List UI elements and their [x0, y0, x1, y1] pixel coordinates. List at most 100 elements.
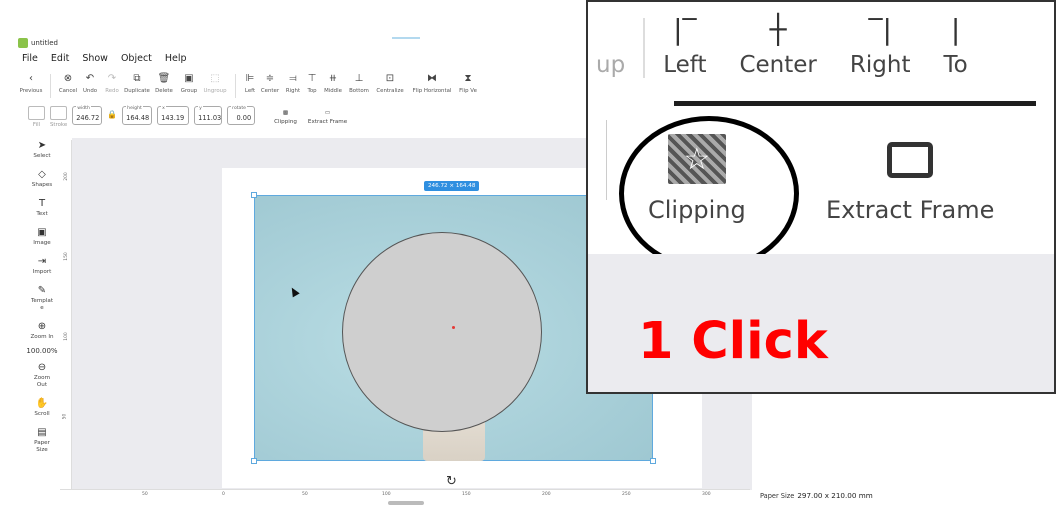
flip-vertical-icon: ⧗ — [464, 73, 472, 84]
delete-button[interactable]: 🗑 Delete — [151, 72, 177, 100]
app-window: untitled File Edit Show Object Help ‹ Pr… — [0, 0, 1058, 508]
resize-handle-top-left[interactable] — [251, 192, 257, 198]
instruction-note: 1 Click — [638, 312, 828, 371]
resize-handle-bottom-left[interactable] — [251, 458, 257, 464]
fill-color-box — [28, 106, 45, 120]
callout-align-top-button[interactable]: | To — [943, 2, 967, 78]
callout-ungroup-button[interactable]: up — [596, 2, 625, 78]
align-right-button[interactable]: ⫤ Right — [282, 72, 304, 100]
align-middle-icon: ⧺ — [328, 73, 338, 84]
align-center-button[interactable]: ≑ Center — [258, 72, 282, 100]
y-value: 111.03 — [198, 114, 222, 122]
undo-button[interactable]: ↶ Undo — [79, 72, 101, 100]
property-bar: Fill Stroke width 246.72 🔒 height 164.48… — [28, 106, 347, 136]
flip-horizontal-button[interactable]: ⧓ Flip Horizontal — [408, 72, 456, 100]
align-bottom-button[interactable]: ⊥ Bottom — [346, 72, 372, 100]
ungroup-button[interactable]: ⬚ Ungroup — [201, 72, 229, 100]
callout-divider — [643, 18, 646, 78]
callout-toolbar-area: up |‾ Left ┼ Center ‾| Right | To — [588, 2, 1054, 100]
tool-panel: ➤ Select ◇ Shapes T Text ▣ Image ⇥ Impor… — [26, 140, 58, 463]
window-title: untitled — [31, 39, 59, 47]
vertical-ruler: 200 150 100 50 — [60, 140, 72, 492]
zoom-in-tool[interactable]: ⊕ Zoom In — [30, 321, 53, 341]
resize-handle-bottom-right[interactable] — [650, 458, 656, 464]
menu-object[interactable]: Object — [121, 53, 152, 64]
align-right-icon: ‾| — [868, 13, 892, 46]
callout-vertical-divider — [606, 120, 607, 200]
x-value: 143.19 — [161, 114, 185, 122]
x-field[interactable]: x 143.19 — [157, 106, 190, 125]
chevron-left-icon: ‹ — [29, 73, 33, 84]
callout-extract-frame-button[interactable]: Extract Frame — [826, 134, 994, 224]
flip-horizontal-icon: ⧓ — [427, 73, 437, 84]
previous-button[interactable]: ‹ Previous — [18, 72, 44, 100]
import-tool[interactable]: ⇥ Import — [33, 256, 52, 276]
paper-size-status: Paper Size 297.00 x 210.00 mm — [760, 491, 873, 500]
frame-icon — [887, 142, 934, 178]
centralize-icon: ⊡ — [385, 73, 395, 84]
flip-vertical-button[interactable]: ⧗ Flip Ve — [456, 72, 480, 100]
callout-align-right-button[interactable]: ‾| Right — [850, 2, 911, 78]
stroke-swatch[interactable]: Stroke — [50, 106, 67, 128]
zoom-level: 100.00% — [26, 346, 58, 355]
align-top-button[interactable]: ⊤ Top — [304, 72, 320, 100]
menu-help[interactable]: Help — [165, 53, 187, 64]
callout-align-center-button[interactable]: ┼ Center — [739, 2, 816, 78]
paper-size-tool[interactable]: ▤ Paper Size — [34, 427, 50, 454]
menu-bar: File Edit Show Object Help — [22, 53, 187, 64]
align-right-icon: ⫤ — [289, 73, 297, 84]
height-value: 164.48 — [126, 114, 150, 122]
extract-frame-button[interactable]: ▭ Extract Frame — [308, 106, 347, 126]
rotate-field[interactable]: rotate 0.00 — [227, 106, 256, 125]
centralize-button[interactable]: ⊡ Centralize — [372, 72, 408, 100]
align-bottom-icon: ⊥ — [354, 73, 364, 84]
align-top-icon: ⊤ — [307, 73, 317, 84]
select-tool[interactable]: ➤ Select — [33, 140, 50, 160]
frame-icon: ▭ — [324, 109, 331, 116]
text-icon: T — [38, 197, 46, 209]
center-point — [452, 326, 455, 329]
menu-edit[interactable]: Edit — [51, 53, 69, 64]
callout-align-left-button[interactable]: |‾ Left — [663, 2, 706, 78]
height-field[interactable]: height 164.48 — [122, 106, 153, 125]
zoom-callout: up |‾ Left ┼ Center ‾| Right | To ☆ Clip… — [586, 0, 1056, 394]
text-tool[interactable]: T Text — [36, 198, 47, 218]
aspect-lock-icon[interactable]: 🔒 — [107, 110, 117, 119]
callout-divider-bar — [674, 101, 1036, 106]
align-middle-button[interactable]: ⧺ Middle — [320, 72, 346, 100]
cancel-button[interactable]: ⊗ Cancel — [57, 72, 79, 100]
main-toolbar: ‹ Previous ⊗ Cancel ↶ Undo ↷ Redo ⧉ Dupl… — [18, 72, 480, 102]
scroll-tool[interactable]: ✋ Scroll — [34, 398, 49, 418]
paper-icon: ▤ — [37, 426, 47, 438]
menu-show[interactable]: Show — [82, 53, 108, 64]
align-center-icon: ┼ — [769, 13, 787, 46]
clipping-icon: ▩ — [282, 109, 289, 116]
title-bar: untitled — [18, 36, 58, 50]
toolbar-divider — [235, 74, 236, 98]
align-top-icon: | — [950, 13, 961, 46]
circle-shape[interactable] — [342, 232, 542, 432]
align-left-button[interactable]: ⊫ Left — [242, 72, 258, 100]
menu-file[interactable]: File — [22, 53, 38, 64]
cancel-icon: ⊗ — [63, 73, 73, 84]
width-field[interactable]: width 246.72 — [72, 106, 103, 125]
pointer-icon: ➤ — [37, 140, 47, 151]
group-button[interactable]: ▣ Group — [177, 72, 201, 100]
shapes-icon: ◇ — [38, 168, 46, 180]
duplicate-button[interactable]: ⧉ Duplicate — [123, 72, 151, 100]
toolbar-divider — [50, 74, 51, 98]
template-icon: ✎ — [37, 284, 47, 296]
horizontal-scrollbar[interactable] — [388, 501, 424, 505]
image-tool[interactable]: ▣ Image — [33, 227, 51, 247]
rotate-value: 0.00 — [236, 114, 252, 122]
group-icon: ▣ — [184, 73, 194, 84]
rotate-handle-icon[interactable]: ↻ — [446, 474, 457, 489]
template-tool[interactable]: ✎ Templat e — [31, 285, 53, 312]
zoom-out-tool[interactable]: ⊖ Zoom Out — [34, 362, 50, 389]
clipping-button[interactable]: ▩ Clipping — [274, 106, 297, 126]
redo-button[interactable]: ↷ Redo — [101, 72, 123, 100]
fill-swatch[interactable]: Fill — [28, 106, 45, 128]
selection-size-badge: 246.72 × 164.48 — [424, 181, 480, 191]
shapes-tool[interactable]: ◇ Shapes — [32, 169, 52, 189]
y-field[interactable]: y 111.03 — [194, 106, 223, 125]
